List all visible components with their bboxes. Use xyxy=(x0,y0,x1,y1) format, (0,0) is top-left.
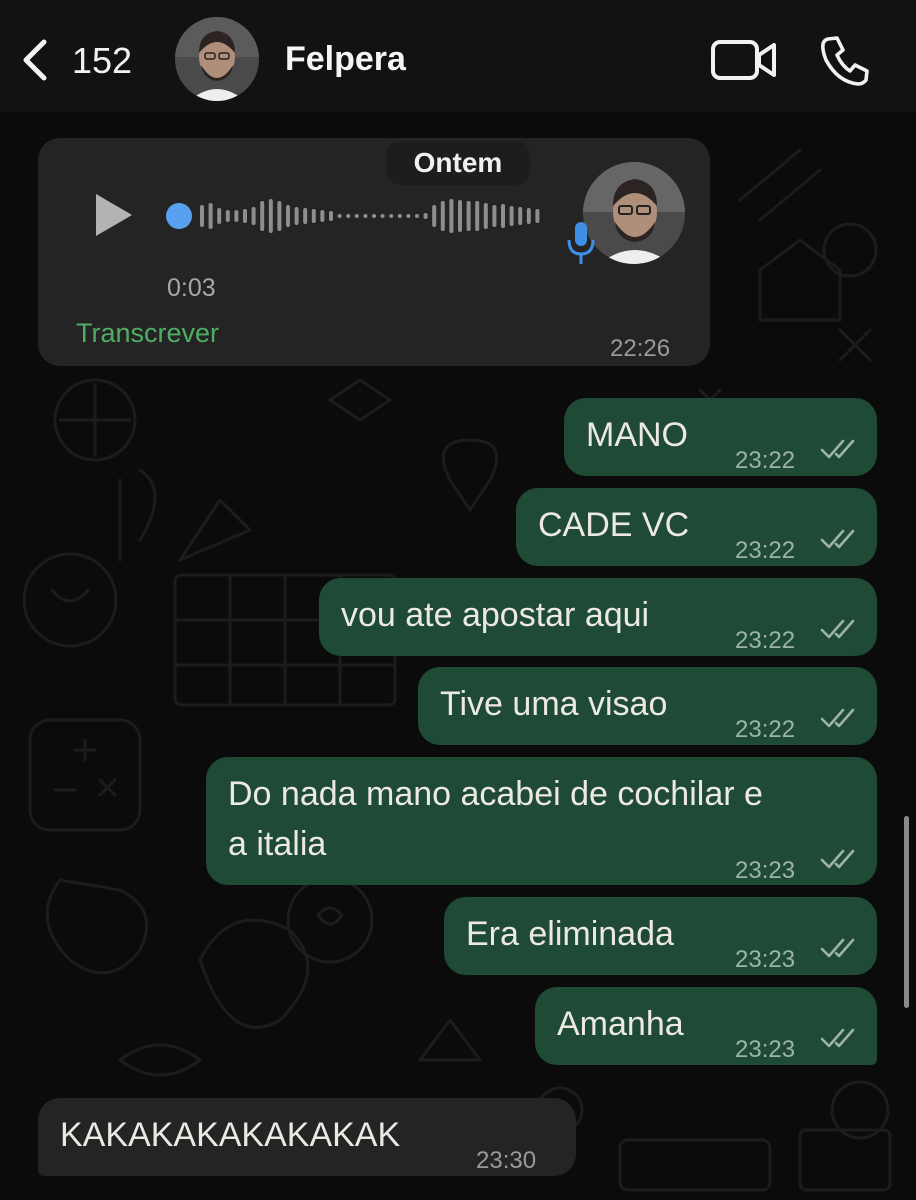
waveform-bar xyxy=(320,210,325,222)
waveform-bar xyxy=(492,205,497,227)
message-bubble[interactable]: Tive uma visao 23:22 xyxy=(418,667,877,745)
waveform-bar xyxy=(294,207,299,225)
waveform-bar xyxy=(372,214,376,218)
message-time: 23:22 xyxy=(735,627,796,654)
message-time: 23:23 xyxy=(735,857,796,884)
message-text: KAKAKAKAKAKAKAK xyxy=(60,1116,401,1154)
waveform-bar xyxy=(518,207,523,225)
message-bubble[interactable]: Era eliminada 23:23 xyxy=(444,897,877,975)
message-time: 23:22 xyxy=(735,537,796,564)
video-call-button[interactable] xyxy=(710,38,778,82)
waveform-bar xyxy=(208,203,213,229)
waveform-bar xyxy=(526,208,531,224)
waveform-bar xyxy=(225,210,230,222)
waveform-bar xyxy=(432,205,437,227)
waveform-bar xyxy=(415,214,419,218)
waveform-bar xyxy=(363,214,368,218)
waveform-bar xyxy=(234,210,239,222)
message-time: 23:23 xyxy=(735,1036,796,1063)
message-text: CADE VC xyxy=(538,506,690,544)
audio-waveform[interactable] xyxy=(166,196,546,236)
waveform-bar xyxy=(389,214,394,218)
message-text: Amanha xyxy=(557,1005,684,1043)
message-time: 22:26 xyxy=(610,335,671,362)
waveform-bar xyxy=(449,199,454,233)
waveform-bar xyxy=(440,201,445,231)
waveform-bar xyxy=(423,213,428,219)
scrollbar[interactable] xyxy=(904,816,909,1008)
message-bubble[interactable]: KAKAKAKAKAKAKAK 23:30 xyxy=(38,1098,576,1176)
waveform-bar xyxy=(466,201,471,231)
message-bubble[interactable]: CADE VC 23:22 xyxy=(516,488,877,566)
message-text: vou ate apostar aqui xyxy=(341,596,650,634)
waveform-bar xyxy=(303,208,308,224)
double-check-icon xyxy=(820,708,855,728)
play-icon[interactable] xyxy=(90,190,138,240)
waveform-bar xyxy=(380,214,385,218)
message-time: 23:23 xyxy=(735,946,796,973)
double-check-icon xyxy=(820,529,855,549)
chevron-left-icon xyxy=(23,39,47,81)
phone-icon xyxy=(821,36,869,86)
waveform-bar xyxy=(277,201,282,231)
waveform-bar xyxy=(458,200,462,232)
waveform-bar xyxy=(354,214,359,218)
waveform-bar xyxy=(397,214,402,218)
waveform-bar xyxy=(501,204,505,228)
message-text-line: a italia xyxy=(228,825,327,863)
message-bubble[interactable]: Amanha 23:23 xyxy=(535,987,877,1065)
unread-count: 152 xyxy=(72,40,133,81)
message-time: 23:30 xyxy=(476,1147,537,1174)
waveform-bar xyxy=(217,208,222,224)
message-bubble[interactable]: MANO 23:22 xyxy=(564,398,877,476)
waveform-bar xyxy=(243,209,247,223)
message-text-line: Do nada mano acabei de cochilar e xyxy=(228,775,763,813)
waveform-bar xyxy=(286,205,290,227)
video-camera-icon xyxy=(711,40,776,80)
waveform-bar xyxy=(483,203,488,229)
double-check-icon xyxy=(820,938,855,958)
back-button[interactable]: 152 xyxy=(18,36,148,84)
message-bubble[interactable]: Do nada mano acabei de cochilar e a ital… xyxy=(206,757,877,885)
waveform-bar xyxy=(509,206,514,226)
waveform-bar xyxy=(329,211,333,221)
playback-position-dot[interactable] xyxy=(166,203,192,229)
waveform-bar xyxy=(251,207,256,225)
voice-call-button[interactable] xyxy=(818,34,870,86)
double-check-icon xyxy=(820,1028,855,1048)
sender-avatar xyxy=(583,162,685,264)
waveform-bar xyxy=(475,201,480,231)
microphone-icon xyxy=(567,222,595,264)
transcribe-link[interactable]: Transcrever xyxy=(76,308,219,358)
waveform-bar xyxy=(337,214,342,218)
waveform-bar xyxy=(268,199,273,233)
double-check-icon xyxy=(820,439,855,459)
contact-name[interactable]: Felpera xyxy=(285,40,406,79)
message-text: Era eliminada xyxy=(466,915,674,953)
message-text: Tive uma visao xyxy=(440,685,668,723)
waveform-bar xyxy=(346,214,351,218)
double-check-icon xyxy=(820,619,855,639)
waveform-bar xyxy=(311,209,316,223)
message-text: MANO xyxy=(586,416,688,454)
voice-duration: 0:03 xyxy=(167,274,216,302)
date-divider: Ontem xyxy=(386,141,530,185)
contact-avatar[interactable] xyxy=(175,17,259,101)
double-check-icon xyxy=(820,849,855,869)
waveform-bar xyxy=(200,205,204,227)
waveform-bar xyxy=(260,201,265,231)
voice-message-bubble[interactable]: 0:03 Transcrever 22:26 xyxy=(38,138,710,366)
waveform-bar xyxy=(406,214,411,218)
message-time: 23:22 xyxy=(735,447,796,474)
waveform-bar xyxy=(535,209,540,223)
message-bubble[interactable]: vou ate apostar aqui 23:22 xyxy=(319,578,877,656)
chat-header: 152 Felpera xyxy=(0,0,916,112)
message-time: 23:22 xyxy=(735,716,796,743)
